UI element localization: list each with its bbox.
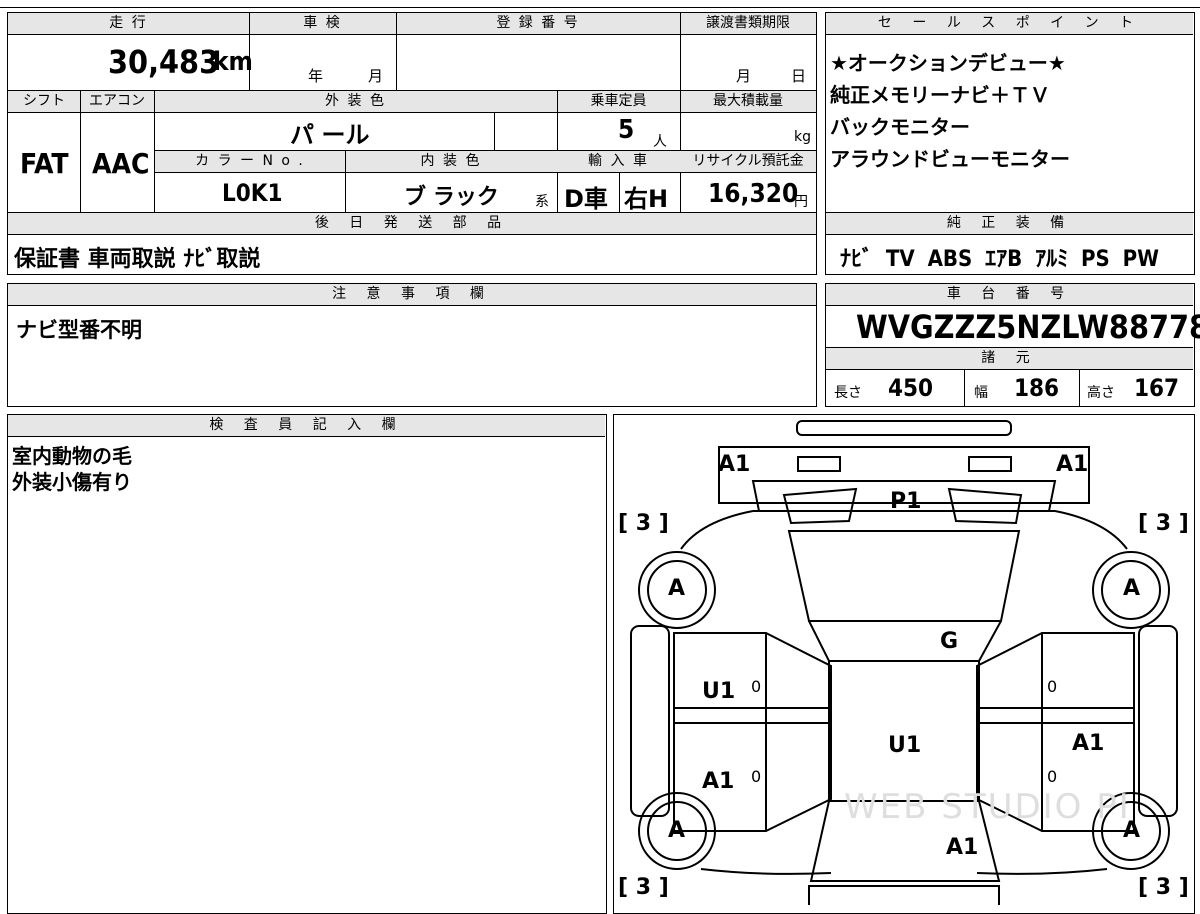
zero-marker: 0 bbox=[1047, 767, 1058, 786]
later-parts-value: 保証書 車両取説 ﾅﾋﾞ取説 bbox=[14, 247, 261, 272]
sales-point-line: 純正メモリーナビ＋ＴＶ bbox=[830, 83, 1050, 107]
damage-right-rear-door: A1 bbox=[1072, 731, 1105, 756]
shift-value: FAT bbox=[20, 147, 69, 180]
import-label: 輸 入 車 bbox=[557, 151, 680, 173]
damage-front-left: A1 bbox=[718, 452, 751, 477]
height-value: 167 bbox=[1134, 374, 1180, 402]
chassis-box: 車 台 番 号 WVGZZZ5NZLW887787 諸 元 長さ 450 幅 1… bbox=[825, 283, 1200, 407]
inspection-label: 車 検 bbox=[249, 13, 396, 35]
exterior-value: パ ール bbox=[290, 121, 370, 149]
interior-suffix: 系 bbox=[535, 194, 549, 210]
damage-windshield: G bbox=[940, 629, 959, 654]
capacity-value: 5 bbox=[618, 115, 635, 145]
chassis-value: WVGZZZ5NZLW887787 bbox=[856, 308, 1200, 346]
transfer-day: 日 bbox=[791, 67, 807, 85]
watermark: WEB STUDIO PI bbox=[844, 787, 1131, 827]
notes-label: 注 意 事 項 欄 bbox=[8, 284, 816, 306]
length-label: 長さ bbox=[834, 385, 862, 401]
specs-label: 諸 元 bbox=[826, 348, 1193, 370]
vehicle-info-table: 走 行 車 検 登 録 番 号 譲渡書類期限 30,483 km 年 月 月 日… bbox=[7, 12, 817, 275]
capacity-unit: 人 bbox=[653, 134, 667, 150]
damage-diagram: A1 A1 P1 G U1 A1 U1 A1 A1 0 0 0 0 A A A … bbox=[613, 414, 1195, 914]
recycle-unit: 円 bbox=[794, 194, 808, 210]
tire-front-right: A bbox=[1123, 576, 1141, 601]
damage-front-right: A1 bbox=[1056, 452, 1089, 477]
sales-point-line: バックモニター bbox=[830, 115, 970, 139]
registration-label: 登 録 番 号 bbox=[396, 13, 680, 35]
inspector-line: 外装小傷有り bbox=[12, 470, 132, 494]
damage-left-rear-door: A1 bbox=[702, 769, 735, 794]
top-strip bbox=[0, 0, 1200, 8]
transfer-month: 月 bbox=[736, 67, 752, 85]
inspector-line: 室内動物の毛 bbox=[12, 444, 132, 468]
exterior-label: 外 装 色 bbox=[154, 91, 557, 113]
mileage-label: 走 行 bbox=[8, 13, 249, 35]
interior-label: 内 装 色 bbox=[345, 151, 557, 173]
tire-rear-left: A bbox=[668, 818, 686, 843]
sales-points-label: セ ー ル ス ポ イ ン ト bbox=[826, 13, 1193, 35]
inspector-notes: 室内動物の毛 外装小傷有り bbox=[12, 443, 132, 495]
import-value: D車 bbox=[564, 185, 608, 213]
recycle-label: リサイクル預託金 bbox=[680, 151, 816, 173]
ac-label: エアコン bbox=[80, 91, 154, 113]
width-label: 幅 bbox=[974, 385, 988, 401]
length-value: 450 bbox=[888, 374, 934, 402]
notes-value: ナビ型番不明 bbox=[16, 318, 142, 342]
color-no-value: L0K1 bbox=[222, 179, 283, 207]
zero-marker: 0 bbox=[751, 677, 762, 696]
sales-point-line: ★オークションデビュー★ bbox=[830, 51, 1066, 75]
later-parts-label: 後 日 発 送 部 品 bbox=[8, 213, 816, 235]
tire-front-left: A bbox=[668, 576, 686, 601]
chassis-label: 車 台 番 号 bbox=[826, 284, 1193, 306]
inspector-label: 検 査 員 記 入 欄 bbox=[8, 415, 605, 437]
sales-point-line: アラウンドビューモニター bbox=[830, 147, 1070, 171]
damage-roof: U1 bbox=[888, 733, 922, 758]
zero-marker: 0 bbox=[751, 767, 762, 786]
transfer-label: 譲渡書類期限 bbox=[680, 13, 816, 35]
recycle-value: 16,320 bbox=[708, 179, 799, 209]
tread-rear-right: [ 3 ] bbox=[1138, 875, 1189, 900]
inspection-year: 年 bbox=[308, 67, 324, 85]
width-value: 186 bbox=[1014, 374, 1060, 402]
tread-front-right: [ 3 ] bbox=[1138, 511, 1189, 536]
damage-hood: P1 bbox=[890, 489, 922, 514]
steering-value: 右H bbox=[624, 185, 669, 213]
sales-points-box: セ ー ル ス ポ イ ン ト ★オークションデビュー★ 純正メモリーナビ＋ＴＶ… bbox=[825, 12, 1195, 275]
inspection-month: 月 bbox=[368, 67, 384, 85]
capacity-label: 乗車定員 bbox=[557, 91, 680, 113]
equipment-label: 純 正 装 備 bbox=[826, 213, 1193, 235]
sales-points-list: ★オークションデビュー★ 純正メモリーナビ＋ＴＶ バックモニター アラウンドビュ… bbox=[830, 47, 1070, 175]
interior-value: ブ ラック bbox=[404, 185, 499, 210]
shift-label: シフト bbox=[8, 91, 80, 113]
height-label: 高さ bbox=[1087, 385, 1115, 401]
mileage-value: 30,483 bbox=[108, 43, 220, 81]
color-no-label: カ ラ ー N o . bbox=[155, 151, 345, 173]
tread-front-left: [ 3 ] bbox=[618, 511, 669, 536]
zero-marker: 0 bbox=[1047, 677, 1058, 696]
damage-rear-hatch: A1 bbox=[946, 835, 979, 860]
load-label: 最大積載量 bbox=[680, 91, 816, 113]
damage-left-front-door: U1 bbox=[702, 679, 736, 704]
ac-value: AAC bbox=[92, 147, 150, 180]
mileage-unit: km bbox=[213, 47, 253, 77]
equipment-value: ﾅﾋﾞ TV ABS ｴｱB ｱﾙﾐ PS PW bbox=[840, 247, 1159, 272]
inspector-box: 検 査 員 記 入 欄 室内動物の毛 外装小傷有り bbox=[7, 414, 607, 914]
load-unit: kg bbox=[794, 129, 811, 145]
notes-box: 注 意 事 項 欄 ナビ型番不明 bbox=[7, 283, 817, 407]
tread-rear-left: [ 3 ] bbox=[618, 875, 669, 900]
